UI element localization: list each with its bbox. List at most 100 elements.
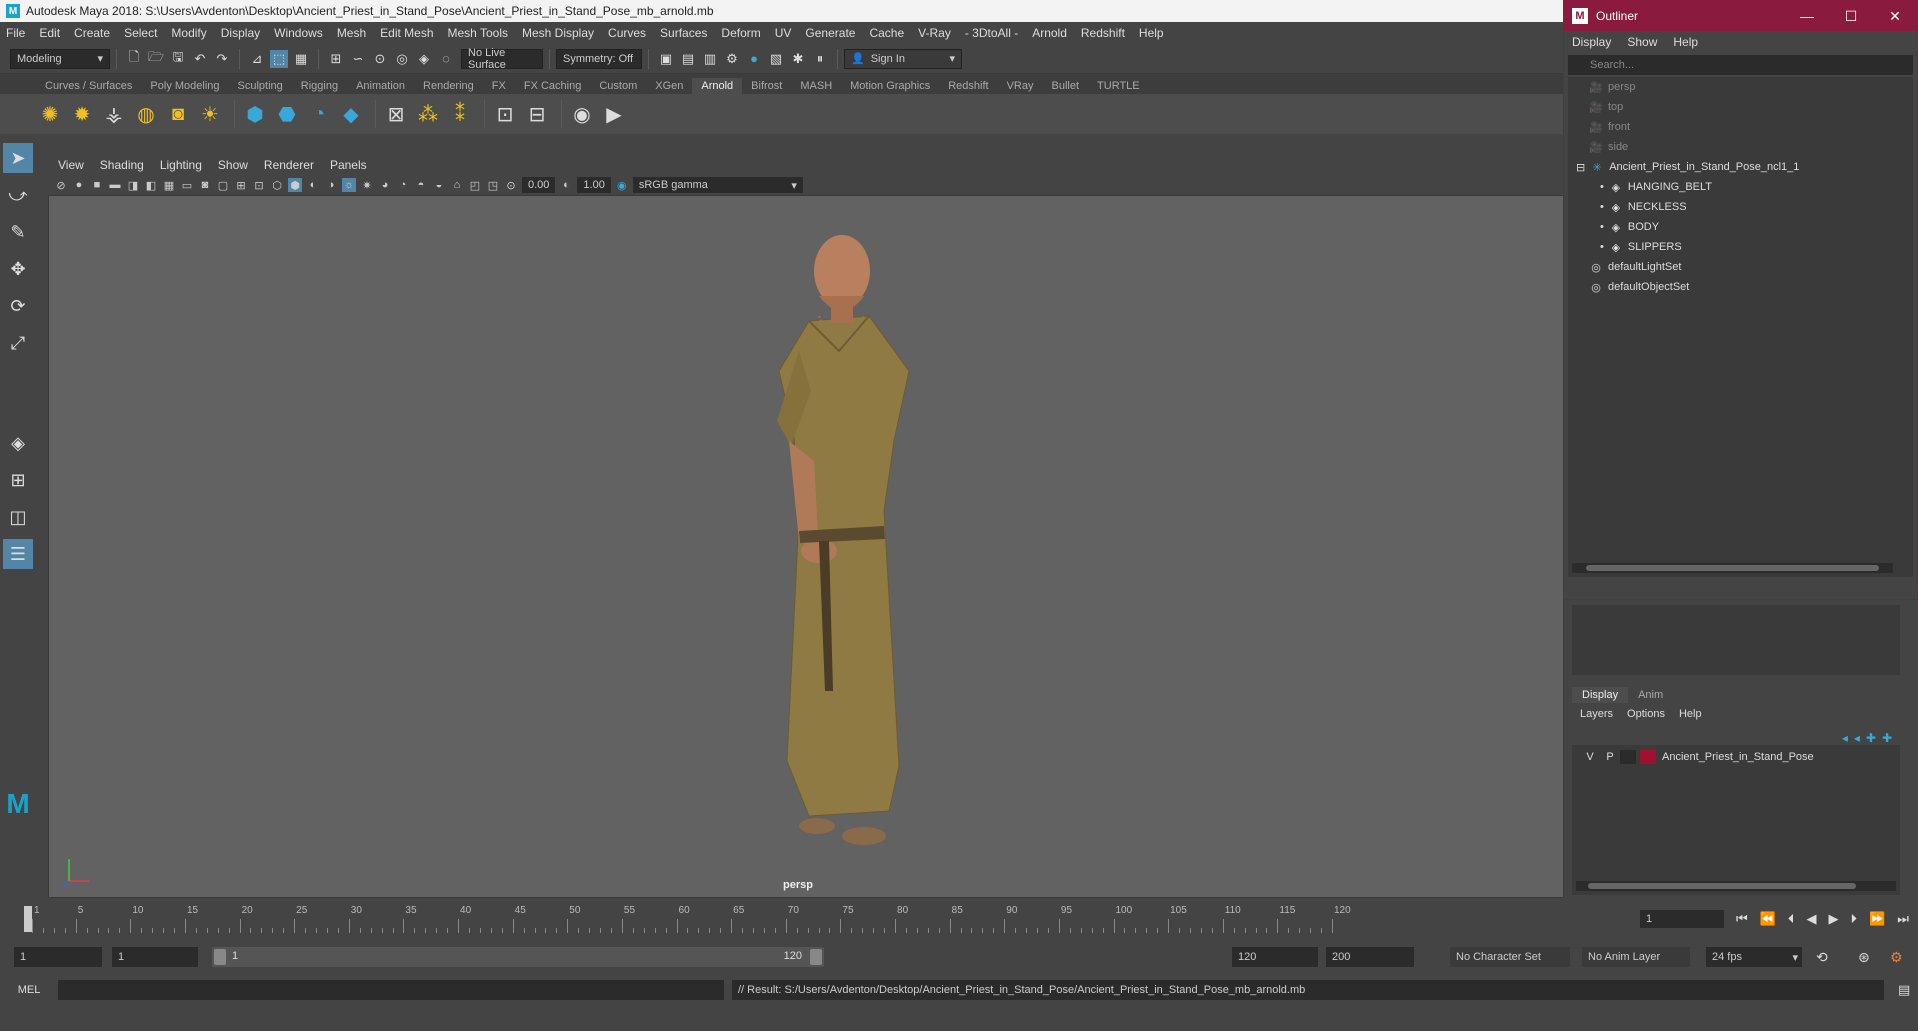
menu-uv[interactable]: UV bbox=[775, 26, 792, 40]
outliner-item[interactable]: ◎ defaultLightSet bbox=[1568, 257, 1913, 277]
shelf-tab-vray[interactable]: VRay bbox=[998, 78, 1043, 94]
four-view-layout-icon[interactable]: ⊞ bbox=[3, 465, 33, 495]
shelf-tab-custom[interactable]: Custom bbox=[590, 78, 646, 94]
light-editor-icon[interactable]: ✱ bbox=[789, 50, 807, 68]
current-frame-field[interactable]: 1 bbox=[1640, 910, 1724, 928]
shelf-tab-rigging[interactable]: Rigging bbox=[292, 78, 347, 94]
image-plane-icon[interactable]: ▬ bbox=[108, 178, 122, 192]
ipr-render-icon[interactable]: ▥ bbox=[701, 50, 719, 68]
menu-curves[interactable]: Curves bbox=[608, 26, 646, 40]
new-layer-selected-icon[interactable]: ✚ bbox=[1882, 731, 1892, 745]
render-settings-icon[interactable]: ⚙ bbox=[723, 50, 741, 68]
gate-mask-icon[interactable]: ▢ bbox=[216, 178, 230, 192]
motion-blur-icon[interactable]: ◔ bbox=[396, 178, 410, 192]
symmetry-select[interactable]: Symmetry: Off bbox=[556, 48, 642, 69]
render-view-icon[interactable]: ▣ bbox=[657, 50, 675, 68]
smooth-shade-icon[interactable]: ⬢ bbox=[288, 178, 302, 192]
shelf-tab-bifrost[interactable]: Bifrost bbox=[742, 78, 791, 94]
area-light-icon[interactable]: ✺ bbox=[36, 100, 64, 128]
isolate-select-icon[interactable]: ⌂ bbox=[450, 178, 464, 192]
use-lights-icon[interactable]: ☼ bbox=[342, 178, 356, 192]
tx-manager-icon[interactable]: ⊠ bbox=[382, 100, 410, 128]
layer-color-swatch[interactable] bbox=[1640, 750, 1656, 764]
bookmark-icon[interactable]: ■ bbox=[90, 178, 104, 192]
play-render-icon[interactable]: ▶ bbox=[600, 100, 628, 128]
render-arnold-icon[interactable]: ⊡ bbox=[491, 100, 519, 128]
script-language-toggle[interactable]: MEL bbox=[0, 984, 58, 996]
animation-end-field[interactable]: 200 bbox=[1326, 947, 1414, 967]
time-slider-playhead[interactable] bbox=[24, 906, 32, 932]
xray-icon[interactable]: ◰ bbox=[468, 178, 482, 192]
field-chart-icon[interactable]: ⊞ bbox=[234, 178, 248, 192]
shelf-tab-arnold[interactable]: Arnold bbox=[692, 78, 743, 94]
outliner-item[interactable]: • ◈ BODY bbox=[1568, 217, 1913, 237]
color-space-select[interactable]: sRGB gamma ▾ bbox=[632, 177, 803, 193]
scale-tool-icon[interactable]: ⤢ bbox=[3, 328, 33, 358]
grid-icon[interactable]: ▦ bbox=[162, 178, 176, 192]
priest-model[interactable] bbox=[739, 221, 939, 851]
menu-edit-mesh[interactable]: Edit Mesh bbox=[380, 26, 433, 40]
layer-playback-toggle[interactable]: P bbox=[1600, 751, 1620, 763]
2d-pan-icon[interactable]: ◨ bbox=[126, 178, 140, 192]
command-input[interactable] bbox=[58, 980, 724, 1000]
two-pane-layout-icon[interactable]: ◫ bbox=[3, 502, 33, 532]
snap-surface-icon[interactable]: ◈ bbox=[415, 50, 433, 68]
outliner-menu-display[interactable]: Display bbox=[1572, 35, 1611, 49]
outliner-item[interactable]: 🎥 top bbox=[1568, 97, 1913, 117]
step-forward-frame-icon[interactable]: ⏵ bbox=[1850, 911, 1857, 927]
live-surface-field[interactable]: No Live Surface bbox=[461, 47, 543, 71]
play-forwards-icon[interactable]: ▶ bbox=[1828, 911, 1838, 927]
playback-end-field[interactable]: 120 bbox=[1232, 947, 1318, 967]
minimize-icon[interactable]: — bbox=[1785, 8, 1829, 25]
time-slider[interactable]: 1 5 10 15 20 25 30 35 40 45 50 55 60 65 70 75 80 85 90 95 10… bbox=[12, 903, 1622, 935]
exposure-icon[interactable]: ⊙ bbox=[504, 178, 518, 192]
maximize-icon[interactable]: ☐ bbox=[1829, 8, 1873, 25]
export-standin-icon[interactable]: ⬣ bbox=[273, 100, 301, 128]
select-component-icon[interactable]: ▦ bbox=[292, 50, 310, 68]
camera-attr-icon[interactable]: ● bbox=[72, 178, 86, 192]
single-perspective-layout-icon[interactable]: ◈ bbox=[3, 428, 33, 458]
go-to-start-icon[interactable]: ⏮ bbox=[1736, 911, 1748, 927]
gamma-field[interactable]: 1.00 bbox=[577, 177, 611, 193]
menu-deform[interactable]: Deform bbox=[721, 26, 760, 40]
layer-display-type[interactable] bbox=[1620, 750, 1636, 764]
ipr-arnold-icon[interactable]: ⊟ bbox=[523, 100, 551, 128]
outliner-item[interactable]: • ◈ SLIPPERS bbox=[1568, 237, 1913, 257]
move-layer-down-icon[interactable]: ◂ bbox=[1854, 731, 1860, 745]
menu-arnold[interactable]: Arnold bbox=[1032, 26, 1067, 40]
skydome-light-icon[interactable]: ◍ bbox=[132, 100, 160, 128]
menu-cache[interactable]: Cache bbox=[869, 26, 904, 40]
ambient-occlusion-icon[interactable]: ◕ bbox=[378, 178, 392, 192]
shelf-tab-redshift[interactable]: Redshift bbox=[939, 78, 997, 94]
shelf-tab-animation[interactable]: Animation bbox=[347, 78, 414, 94]
menu-display[interactable]: Display bbox=[221, 26, 260, 40]
flush-textures-icon[interactable]: ⁑ bbox=[446, 100, 474, 128]
panel-menu-lighting[interactable]: Lighting bbox=[160, 158, 202, 172]
shelf-tab-curves-surfaces[interactable]: Curves / Surfaces bbox=[36, 78, 141, 94]
menu-select[interactable]: Select bbox=[124, 26, 157, 40]
outliner-item[interactable]: • ◈ HANGING_BELT bbox=[1568, 177, 1913, 197]
script-editor-icon[interactable]: ▤ bbox=[1898, 982, 1910, 998]
step-back-key-icon[interactable]: ⏪ bbox=[1760, 911, 1776, 927]
range-end-handle[interactable] bbox=[810, 949, 822, 965]
step-back-frame-icon[interactable]: ⏴ bbox=[1788, 911, 1795, 927]
character-set-select[interactable]: No Character Set bbox=[1450, 947, 1570, 967]
shelf-tab-turtle[interactable]: TURTLE bbox=[1088, 78, 1149, 94]
depth-of-field-icon[interactable]: ◒ bbox=[432, 178, 446, 192]
outliner-layout-icon[interactable]: ☰ bbox=[3, 539, 33, 569]
layer-row[interactable]: V P Ancient_Priest_in_Stand_Pose bbox=[1572, 745, 1900, 765]
snap-grid-icon[interactable]: ⊞ bbox=[327, 50, 345, 68]
photometric-light-icon[interactable]: ⚶ bbox=[100, 100, 128, 128]
shelf-tab-fx-caching[interactable]: FX Caching bbox=[515, 78, 590, 94]
default-material-icon[interactable]: ◐ bbox=[306, 178, 320, 192]
move-layer-up-icon[interactable]: ◂ bbox=[1842, 731, 1848, 745]
standin-icon[interactable]: ⬢ bbox=[241, 100, 269, 128]
close-icon[interactable]: ✕ bbox=[1873, 8, 1917, 25]
sign-in-button[interactable]: 👤 Sign In ▾ bbox=[844, 48, 962, 69]
mode-select[interactable]: Modeling ▾ bbox=[10, 48, 110, 69]
outliner-item[interactable]: ◎ defaultObjectSet bbox=[1568, 277, 1913, 297]
outliner-item[interactable]: 🎥 side bbox=[1568, 137, 1913, 157]
step-forward-key-icon[interactable]: ⏩ bbox=[1869, 911, 1885, 927]
range-start-handle[interactable] bbox=[214, 949, 226, 965]
film-gate-icon[interactable]: ▭ bbox=[180, 178, 194, 192]
